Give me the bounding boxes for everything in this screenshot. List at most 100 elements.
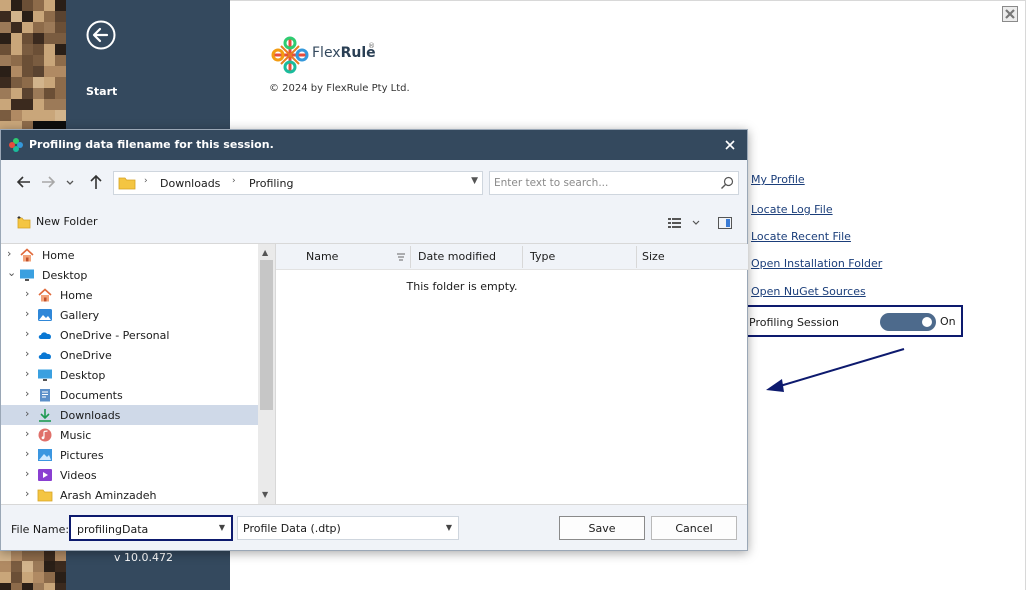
chevron-right-icon[interactable]: › [25, 487, 33, 500]
annotation-arrow-icon [766, 348, 905, 392]
recent-locations-button[interactable] [63, 172, 77, 192]
column-divider[interactable] [522, 246, 523, 268]
scroll-down-icon[interactable]: ▼ [262, 490, 268, 499]
breadcrumb-downloads[interactable]: Downloads [160, 177, 220, 190]
change-view-button[interactable] [667, 215, 701, 231]
save-file-dialog: Profiling data filename for this session… [0, 129, 748, 551]
chevron-right-icon[interactable]: › [25, 367, 33, 380]
logo-wordmark: FlexRule [312, 45, 376, 61]
tree-item-videos[interactable]: › Videos [1, 465, 258, 485]
tree-item-home[interactable]: › Home [1, 245, 258, 265]
chevron-right-icon[interactable]: › [25, 287, 33, 300]
toggle-knob [922, 317, 932, 327]
chevron-right-icon[interactable]: › [25, 387, 33, 400]
locate-log-file-link[interactable]: Locate Log File [751, 203, 833, 216]
tree-item-gallery[interactable]: › Gallery [1, 305, 258, 325]
pictures-icon [37, 448, 53, 462]
chevron-right-icon[interactable]: › [25, 447, 33, 460]
chevron-right-icon[interactable]: › [7, 247, 15, 260]
column-type[interactable]: Type [530, 250, 555, 263]
profiling-session-toggle[interactable] [880, 313, 936, 331]
empty-folder-message: This folder is empty. [406, 280, 518, 293]
preview-pane-button[interactable] [717, 215, 733, 231]
copyright-text: © 2024 by FlexRule Pty Ltd. [269, 83, 410, 94]
chevron-right-icon: › [232, 176, 236, 186]
navigation-scrollbar[interactable]: ▲ ▼ [258, 244, 275, 504]
column-divider[interactable] [636, 246, 637, 268]
tree-item-pictures[interactable]: › Pictures [1, 445, 258, 465]
tree-item-label: OneDrive - Personal [60, 329, 170, 342]
forward-nav-button[interactable] [38, 172, 58, 192]
breadcrumb-profiling[interactable]: Profiling [249, 177, 293, 190]
tree-item-music[interactable]: › Music [1, 425, 258, 445]
tree-item-label: Home [42, 249, 75, 262]
tree-item-desktop[interactable]: › Desktop [1, 365, 258, 385]
scrollbar-thumb[interactable] [260, 260, 273, 410]
open-nuget-sources-link[interactable]: Open NuGet Sources [751, 285, 866, 298]
gallery-icon [37, 308, 53, 322]
chevron-right-icon[interactable]: › [25, 427, 33, 440]
chevron-right-icon[interactable]: › [25, 327, 33, 340]
column-name[interactable]: Name [306, 250, 338, 263]
navigation-pane[interactable]: › Home ⌄ Desktop › Home › Gallery › OneDrive - Pe… [1, 243, 275, 504]
arrow-up-icon [90, 174, 102, 189]
new-folder-icon [17, 216, 31, 229]
close-icon [725, 140, 735, 150]
tree-item-label: Videos [60, 469, 97, 482]
tree-item-label: OneDrive [60, 349, 112, 362]
tree-item-desktop[interactable]: ⌄ Desktop [1, 265, 258, 285]
column-size[interactable]: Size [642, 250, 665, 263]
chevron-down-icon[interactable]: ▼ [219, 523, 225, 532]
tree-item-onedrive[interactable]: › OneDrive [1, 345, 258, 365]
profiling-session-state: On [940, 315, 956, 328]
file-name-combo[interactable]: ▼ [69, 515, 233, 541]
open-installation-folder-link[interactable]: Open Installation Folder [751, 257, 882, 270]
breadcrumb[interactable]: › Downloads › Profiling ▼ [113, 171, 483, 195]
column-header: Name Date modified Type Size [276, 244, 748, 270]
file-list-pane[interactable]: Name Date modified Type Size This folder… [275, 243, 748, 504]
chevron-right-icon[interactable]: › [25, 407, 33, 420]
search-box[interactable] [489, 171, 739, 195]
close-app-button[interactable] [1002, 6, 1018, 22]
flexrule-logo-icon [271, 36, 309, 74]
dialog-title: Profiling data filename for this session… [29, 138, 274, 151]
chevron-down-icon[interactable]: ▼ [471, 176, 478, 186]
chevron-down-icon [66, 180, 74, 185]
cloud-icon [37, 348, 53, 362]
up-folder-button[interactable] [86, 172, 106, 192]
locate-recent-file-link[interactable]: Locate Recent File [751, 230, 851, 243]
folder-icon [118, 177, 136, 190]
tree-item-arash-aminzadeh[interactable]: › Arash Aminzadeh [1, 485, 258, 504]
details-view-icon [668, 218, 700, 228]
tree-item-home[interactable]: › Home [1, 285, 258, 305]
chevron-down-icon[interactable]: ⌄ [7, 266, 16, 279]
my-profile-link[interactable]: My Profile [751, 173, 805, 186]
registered-mark: ® [368, 42, 375, 50]
start-label[interactable]: Start [86, 85, 117, 98]
navigation-bar: › Downloads › Profiling ▼ [1, 160, 747, 205]
sort-icon [397, 253, 405, 261]
scroll-up-icon[interactable]: ▲ [262, 248, 268, 257]
tree-item-onedrive-personal[interactable]: › OneDrive - Personal [1, 325, 258, 345]
profiling-session-label: Profiling Session [749, 316, 839, 329]
file-name-input[interactable] [77, 521, 207, 537]
tree-item-documents[interactable]: › Documents [1, 385, 258, 405]
file-type-value: Profile Data (.dtp) [243, 522, 341, 535]
back-button[interactable] [85, 19, 117, 51]
chevron-right-icon[interactable]: › [25, 307, 33, 320]
file-type-select[interactable]: Profile Data (.dtp) ▼ [237, 516, 459, 540]
tree-item-downloads[interactable]: › Downloads [1, 405, 258, 425]
chevron-right-icon[interactable]: › [25, 467, 33, 480]
tree-item-label: Documents [60, 389, 123, 402]
download-icon [37, 408, 53, 422]
column-divider[interactable] [410, 246, 411, 268]
column-date-modified[interactable]: Date modified [418, 250, 496, 263]
save-button[interactable]: Save [559, 516, 645, 540]
dialog-close-button[interactable] [721, 136, 739, 154]
chevron-right-icon[interactable]: › [25, 347, 33, 360]
back-nav-button[interactable] [14, 172, 34, 192]
search-input[interactable] [494, 174, 714, 192]
cancel-button[interactable]: Cancel [651, 516, 737, 540]
dialog-title-bar[interactable]: Profiling data filename for this session… [1, 130, 747, 160]
logo-text-flex: Flex [312, 45, 341, 61]
